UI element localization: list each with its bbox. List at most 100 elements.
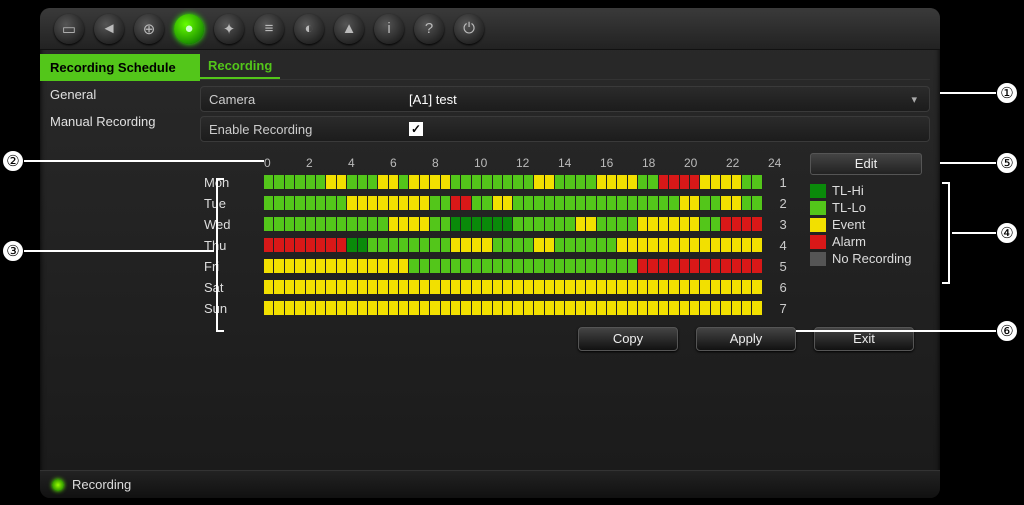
schedule-cell[interactable] [534,196,544,211]
info-icon[interactable]: i [374,14,404,44]
schedule-cell[interactable] [576,280,586,295]
schedule-cell[interactable] [389,196,399,211]
schedule-cell[interactable] [628,238,638,253]
schedule-cell[interactable] [555,217,565,232]
schedule-cell[interactable] [358,175,368,190]
schedule-cell[interactable] [513,175,523,190]
schedule-cell[interactable] [399,301,409,316]
schedule-cell[interactable] [358,217,368,232]
schedule-cell[interactable] [274,238,284,253]
schedule-cell[interactable] [690,217,700,232]
schedule-cell[interactable] [493,196,503,211]
schedule-cell[interactable] [545,238,555,253]
power-icon[interactable]: ⏻ [454,14,484,44]
legend-item-ev[interactable]: Event [810,217,930,232]
schedule-cell[interactable] [441,280,451,295]
schedule-cell[interactable] [597,301,607,316]
schedule-cell[interactable] [648,196,658,211]
schedule-cell[interactable] [503,238,513,253]
schedule-cell[interactable] [503,301,513,316]
schedule-cell[interactable] [326,217,336,232]
schedule-cell[interactable] [628,217,638,232]
schedule-cell[interactable] [420,301,430,316]
schedule-cell[interactable] [306,196,316,211]
sidebar-item-manual-recording[interactable]: Manual Recording [40,108,200,135]
schedule-cell[interactable] [700,259,710,274]
schedule-cell[interactable] [752,175,762,190]
schedule-cell[interactable] [461,280,471,295]
schedule-cell[interactable] [358,301,368,316]
schedule-cell[interactable] [648,175,658,190]
schedule-cell[interactable] [597,238,607,253]
schedule-cell[interactable] [690,238,700,253]
schedule-cell[interactable] [493,175,503,190]
schedule-cell[interactable] [659,301,669,316]
schedule-cell[interactable] [409,217,419,232]
schedule-cell[interactable] [316,238,326,253]
hdd-icon[interactable]: ◐ [294,14,324,44]
schedule-cell[interactable] [264,280,274,295]
schedule-cell[interactable] [347,301,357,316]
schedule-cell[interactable] [482,175,492,190]
schedule-cell[interactable] [752,196,762,211]
schedule-cell[interactable] [597,259,607,274]
day-cells[interactable] [264,175,763,190]
schedule-cell[interactable] [669,301,679,316]
schedule-cell[interactable] [555,301,565,316]
schedule-cell[interactable] [306,238,316,253]
schedule-cell[interactable] [648,301,658,316]
schedule-cell[interactable] [461,259,471,274]
schedule-cell[interactable] [326,280,336,295]
schedule-cell[interactable] [659,175,669,190]
schedule-cell[interactable] [503,280,513,295]
day-cells[interactable] [264,217,763,232]
schedule-cell[interactable] [617,238,627,253]
schedule-cell[interactable] [669,175,679,190]
schedule-cell[interactable] [597,196,607,211]
schedule-cell[interactable] [316,301,326,316]
schedule-cell[interactable] [368,196,378,211]
schedule-cell[interactable] [607,280,617,295]
schedule-cell[interactable] [274,217,284,232]
schedule-cell[interactable] [482,280,492,295]
schedule-cell[interactable] [441,196,451,211]
schedule-cell[interactable] [669,280,679,295]
playback-icon[interactable]: ≡ [254,14,284,44]
schedule-cell[interactable] [472,301,482,316]
day-cells[interactable] [264,280,763,295]
schedule-cell[interactable] [638,217,648,232]
schedule-cell[interactable] [565,196,575,211]
schedule-cell[interactable] [347,175,357,190]
schedule-cell[interactable] [513,196,523,211]
schedule-cell[interactable] [607,175,617,190]
schedule-cell[interactable] [441,175,451,190]
schedule-cell[interactable] [711,217,721,232]
schedule-cell[interactable] [503,259,513,274]
schedule-cell[interactable] [524,280,534,295]
schedule-cell[interactable] [555,175,565,190]
schedule-cell[interactable] [368,175,378,190]
schedule-cell[interactable] [451,280,461,295]
schedule-cell[interactable] [617,301,627,316]
schedule-cell[interactable] [690,259,700,274]
schedule-cell[interactable] [638,280,648,295]
schedule-cell[interactable] [752,280,762,295]
legend-item-hi[interactable]: TL-Hi [810,183,930,198]
schedule-cell[interactable] [742,301,752,316]
day-cells[interactable] [264,238,763,253]
schedule-cell[interactable] [711,301,721,316]
schedule-cell[interactable] [295,175,305,190]
schedule-cell[interactable] [659,196,669,211]
schedule-cell[interactable] [461,217,471,232]
schedule-cell[interactable] [721,238,731,253]
schedule-cell[interactable] [545,280,555,295]
schedule-cell[interactable] [493,301,503,316]
day-cells[interactable] [264,301,763,316]
schedule-cell[interactable] [700,217,710,232]
schedule-cell[interactable] [472,259,482,274]
schedule-cell[interactable] [648,238,658,253]
schedule-cell[interactable] [368,280,378,295]
schedule-cell[interactable] [295,301,305,316]
schedule-cell[interactable] [721,259,731,274]
schedule-cell[interactable] [607,217,617,232]
